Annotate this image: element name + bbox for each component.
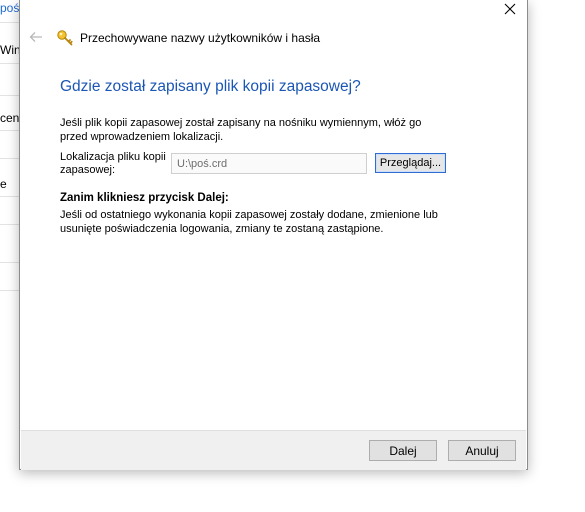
back-arrow-icon [29, 32, 42, 42]
dialog-title: Przechowywane nazwy użytkowników i hasła [80, 31, 321, 45]
warning-text: Jeśli od ostatniego wykonania kopii zapa… [60, 209, 438, 235]
cancel-button[interactable]: Anuluj [448, 440, 516, 461]
close-icon [504, 3, 516, 15]
location-input[interactable] [171, 153, 367, 174]
info-text: Jeśli plik kopii zapasowej został zapisa… [60, 117, 422, 143]
dialog-footer: Dalej Anuluj [21, 430, 526, 470]
next-button[interactable]: Dalej [369, 440, 437, 461]
page-heading: Gdzie został zapisany plik kopii zapasow… [60, 78, 361, 95]
key-icon [56, 29, 74, 47]
location-label: Lokalizacja pliku kopii zapasowej: [60, 151, 166, 176]
warning-title: Zanim klikniesz przycisk Dalej: [60, 192, 229, 204]
close-button[interactable] [499, 0, 521, 18]
browse-button[interactable]: Przeglądaj... [375, 153, 446, 173]
restore-credentials-dialog: Przechowywane nazwy użytkowników i hasła… [19, 0, 528, 470]
back-button[interactable] [28, 29, 44, 45]
